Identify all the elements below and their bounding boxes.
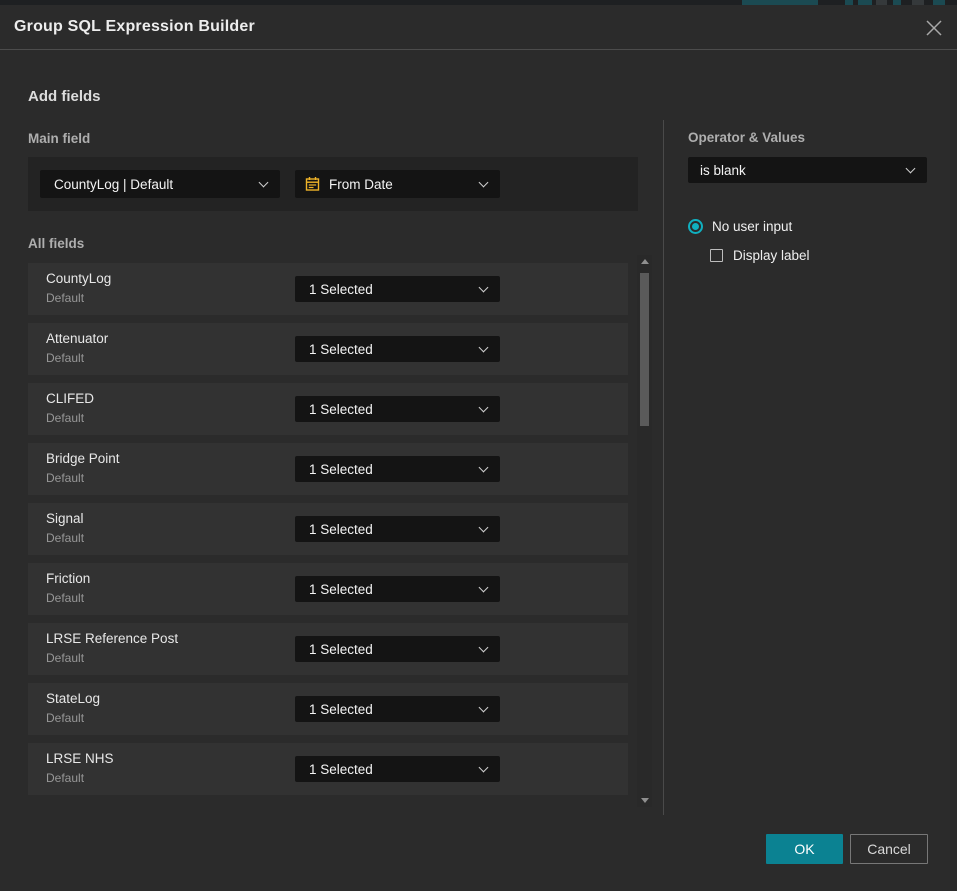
field-name: LRSE Reference Post [46,631,178,646]
field-name: LRSE NHS [46,751,114,766]
close-icon[interactable] [924,18,944,38]
field-name: StateLog [46,691,100,706]
field-selection-dropdown[interactable]: 1 Selected [295,696,500,722]
operator-select-dropdown[interactable]: is blank [688,157,927,183]
field-subtitle: Default [46,411,84,425]
field-row: LRSE NHS Default 1 Selected [28,743,628,795]
main-field-label: Main field [28,131,90,146]
add-fields-heading: Add fields [28,88,101,105]
cancel-button[interactable]: Cancel [850,834,928,864]
display-label-checkbox[interactable]: Display label [710,248,810,263]
radio-selected-icon [688,219,703,234]
field-selection-value: 1 Selected [309,642,373,657]
scroll-up-arrow-icon[interactable] [641,259,649,264]
field-subtitle: Default [46,531,84,545]
scroll-down-arrow-icon[interactable] [641,798,649,803]
dialog-header: Group SQL Expression Builder [0,5,957,50]
field-subtitle: Default [46,291,84,305]
display-label-text: Display label [733,248,810,263]
chevron-down-icon [479,643,489,653]
field-subtitle: Default [46,471,84,485]
calendar-date-icon [305,176,320,192]
field-subtitle: Default [46,351,84,365]
field-selection-dropdown[interactable]: 1 Selected [295,276,500,302]
field-select-value: From Date [329,177,393,192]
field-name: CLIFED [46,391,94,406]
field-row: Signal Default 1 Selected [28,503,628,555]
field-subtitle: Default [46,591,84,605]
field-name: Bridge Point [46,451,120,466]
chevron-down-icon [479,403,489,413]
field-selection-value: 1 Selected [309,762,373,777]
ok-button[interactable]: OK [766,834,843,864]
field-selection-value: 1 Selected [309,702,373,717]
no-user-input-radio[interactable]: No user input [688,219,792,234]
field-name: Signal [46,511,84,526]
operator-select-value: is blank [700,163,746,178]
field-selection-dropdown[interactable]: 1 Selected [295,756,500,782]
field-subtitle: Default [46,711,84,725]
field-row: Bridge Point Default 1 Selected [28,443,628,495]
field-selection-dropdown[interactable]: 1 Selected [295,636,500,662]
field-selection-value: 1 Selected [309,582,373,597]
field-name: Attenuator [46,331,108,346]
field-row: CLIFED Default 1 Selected [28,383,628,435]
chevron-down-icon [479,703,489,713]
field-selection-dropdown[interactable]: 1 Selected [295,396,500,422]
scrollbar-thumb[interactable] [640,273,649,426]
no-user-input-label: No user input [712,219,792,234]
panel-divider [663,120,664,815]
chevron-down-icon [479,523,489,533]
field-row: StateLog Default 1 Selected [28,683,628,735]
chevron-down-icon [479,763,489,773]
main-field-panel: CountyLog | Default From Date [28,157,638,211]
field-selection-value: 1 Selected [309,282,373,297]
field-selection-dropdown[interactable]: 1 Selected [295,516,500,542]
screen: Group SQL Expression Builder Add fields … [0,0,957,891]
group-sql-expression-builder-dialog: Group SQL Expression Builder Add fields … [0,5,957,891]
chevron-down-icon [906,164,916,174]
field-selection-dropdown[interactable]: 1 Selected [295,336,500,362]
chevron-down-icon [479,178,489,188]
field-row: CountyLog Default 1 Selected [28,263,628,315]
field-row: Friction Default 1 Selected [28,563,628,615]
field-selection-value: 1 Selected [309,402,373,417]
field-subtitle: Default [46,771,84,785]
chevron-down-icon [479,463,489,473]
list-scrollbar[interactable] [637,255,652,807]
dialog-title: Group SQL Expression Builder [14,18,255,36]
chevron-down-icon [479,583,489,593]
field-selection-dropdown[interactable]: 1 Selected [295,576,500,602]
layer-select-value: CountyLog | Default [54,177,173,192]
chevron-down-icon [479,283,489,293]
field-subtitle: Default [46,651,84,665]
field-select-dropdown[interactable]: From Date [295,170,500,198]
layer-select-dropdown[interactable]: CountyLog | Default [40,170,280,198]
chevron-down-icon [479,343,489,353]
field-selection-value: 1 Selected [309,522,373,537]
field-selection-dropdown[interactable]: 1 Selected [295,456,500,482]
field-selection-value: 1 Selected [309,342,373,357]
all-fields-label: All fields [28,236,84,251]
field-name: Friction [46,571,90,586]
field-selection-value: 1 Selected [309,462,373,477]
chevron-down-icon [259,178,269,188]
checkbox-unchecked-icon [710,249,723,262]
field-name: CountyLog [46,271,111,286]
field-row: Attenuator Default 1 Selected [28,323,628,375]
operator-values-label: Operator & Values [688,130,805,145]
field-row: LRSE Reference Post Default 1 Selected [28,623,628,675]
